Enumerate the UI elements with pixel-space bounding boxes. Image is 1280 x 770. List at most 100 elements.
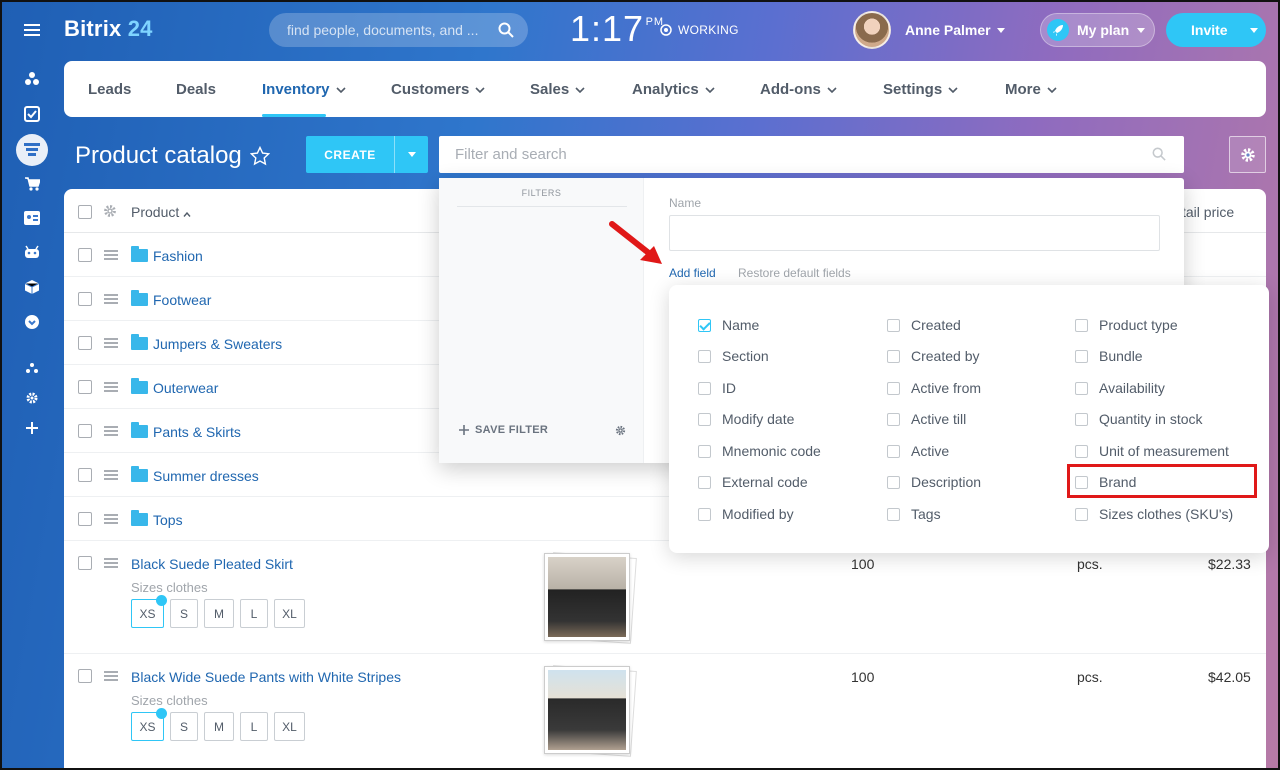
star-icon[interactable] bbox=[249, 146, 270, 166]
more-icon[interactable] bbox=[16, 306, 48, 338]
product-image[interactable] bbox=[544, 552, 637, 644]
field-option-id[interactable]: ID bbox=[698, 380, 736, 396]
row-checkbox[interactable] bbox=[78, 248, 92, 262]
column-header-price[interactable]: tail price bbox=[1182, 204, 1234, 220]
nav-item-more[interactable]: More bbox=[1005, 81, 1057, 98]
field-option-name[interactable]: Name bbox=[698, 317, 759, 333]
robot-icon[interactable] bbox=[16, 236, 48, 268]
gear-icon[interactable] bbox=[103, 204, 117, 218]
global-search-input[interactable] bbox=[287, 22, 487, 38]
field-option-active-till[interactable]: Active till bbox=[887, 411, 966, 427]
folder-link[interactable]: Tops bbox=[153, 512, 183, 528]
folder-link[interactable]: Jumpers & Sweaters bbox=[153, 336, 282, 352]
field-option-quantity-in-stock[interactable]: Quantity in stock bbox=[1075, 411, 1203, 427]
field-option-mnemonic-code[interactable]: Mnemonic code bbox=[698, 443, 821, 459]
checkbox[interactable] bbox=[1075, 349, 1088, 363]
clock[interactable]: 1:17 PM bbox=[570, 8, 663, 50]
filter-search[interactable] bbox=[439, 136, 1184, 173]
field-option-bundle[interactable]: Bundle bbox=[1075, 348, 1143, 364]
field-option-external-code[interactable]: External code bbox=[698, 474, 808, 490]
checkbox[interactable] bbox=[887, 318, 900, 332]
folder-link[interactable]: Summer dresses bbox=[153, 468, 259, 484]
checkbox[interactable] bbox=[698, 349, 711, 363]
folder-link[interactable]: Footwear bbox=[153, 292, 211, 308]
row-checkbox[interactable] bbox=[78, 380, 92, 394]
checkbox[interactable] bbox=[1075, 412, 1088, 426]
field-option-tags[interactable]: Tags bbox=[887, 506, 941, 522]
drag-handle-icon[interactable] bbox=[104, 336, 118, 350]
drag-handle-icon[interactable] bbox=[104, 424, 118, 438]
inventory-icon[interactable] bbox=[16, 134, 48, 166]
field-option-description[interactable]: Description bbox=[887, 474, 981, 490]
checkbox[interactable] bbox=[887, 475, 900, 489]
checkbox[interactable] bbox=[698, 475, 711, 489]
field-option-modified-by[interactable]: Modified by bbox=[698, 506, 794, 522]
size-option-xs[interactable]: XS bbox=[131, 708, 167, 741]
checkbox[interactable] bbox=[1075, 318, 1088, 332]
page-settings-button[interactable] bbox=[1229, 136, 1266, 173]
add-field-link[interactable]: Add field bbox=[669, 266, 716, 280]
folder-link[interactable]: Pants & Skirts bbox=[153, 424, 241, 440]
size-option-xl[interactable]: XL bbox=[274, 599, 305, 628]
nav-item-customers[interactable]: Customers bbox=[391, 81, 485, 98]
user-avatar[interactable] bbox=[853, 11, 891, 49]
contacts-icon[interactable] bbox=[16, 202, 48, 234]
row-checkbox[interactable] bbox=[78, 336, 92, 350]
create-button[interactable]: CREATE bbox=[306, 136, 428, 173]
name-filter-input[interactable] bbox=[669, 215, 1160, 251]
checkbox[interactable] bbox=[887, 349, 900, 363]
size-option-s[interactable]: S bbox=[170, 712, 198, 741]
size-option-m[interactable]: M bbox=[204, 712, 234, 741]
row-checkbox[interactable] bbox=[78, 292, 92, 306]
search-icon[interactable] bbox=[1152, 147, 1166, 161]
menu-icon[interactable] bbox=[16, 14, 48, 46]
global-search[interactable] bbox=[269, 13, 528, 47]
structure-icon[interactable] bbox=[16, 352, 48, 384]
checkbox[interactable] bbox=[887, 507, 900, 521]
field-option-active[interactable]: Active bbox=[887, 443, 949, 459]
size-option-xs[interactable]: XS bbox=[131, 595, 167, 628]
size-option-s[interactable]: S bbox=[170, 599, 198, 628]
add-icon[interactable] bbox=[16, 412, 48, 444]
checkbox[interactable] bbox=[1075, 444, 1088, 458]
search-icon[interactable] bbox=[498, 22, 514, 38]
product-link[interactable]: Black Suede Pleated Skirt bbox=[131, 556, 293, 572]
field-option-unit-of-measurement[interactable]: Unit of measurement bbox=[1075, 443, 1229, 459]
checkbox[interactable] bbox=[698, 381, 711, 395]
row-checkbox[interactable] bbox=[78, 424, 92, 438]
drag-handle-icon[interactable] bbox=[104, 292, 118, 306]
cart-icon[interactable] bbox=[16, 168, 48, 200]
checkbox[interactable] bbox=[887, 412, 900, 426]
settings-icon[interactable] bbox=[16, 382, 48, 414]
invite-button[interactable]: Invite bbox=[1166, 13, 1266, 47]
product-row[interactable]: Black Suede Pleated Skirt Sizes clothes … bbox=[64, 541, 1266, 654]
field-option-modify-date[interactable]: Modify date bbox=[698, 411, 794, 427]
my-plan-button[interactable]: My plan bbox=[1040, 13, 1155, 47]
size-option-l[interactable]: L bbox=[240, 599, 268, 628]
field-option-sizes-clothes-skus[interactable]: Sizes clothes (SKU's) bbox=[1075, 506, 1233, 522]
size-option-xl[interactable]: XL bbox=[274, 712, 305, 741]
box-icon[interactable] bbox=[16, 271, 48, 303]
row-checkbox[interactable] bbox=[78, 669, 92, 683]
chevron-down-icon[interactable] bbox=[1249, 27, 1258, 33]
checkbox[interactable] bbox=[698, 444, 711, 458]
checkbox[interactable] bbox=[698, 507, 711, 521]
drag-handle-icon[interactable] bbox=[104, 512, 118, 526]
checkbox[interactable] bbox=[1075, 507, 1088, 521]
size-option-m[interactable]: M bbox=[204, 599, 234, 628]
gear-icon[interactable] bbox=[615, 425, 626, 436]
checkbox[interactable] bbox=[698, 412, 711, 426]
row-checkbox[interactable] bbox=[78, 556, 92, 570]
save-filter-button[interactable]: SAVE FILTER bbox=[459, 424, 548, 436]
nav-item-sales[interactable]: Sales bbox=[530, 81, 585, 98]
drag-handle-icon[interactable] bbox=[104, 669, 118, 683]
user-menu[interactable]: Anne Palmer bbox=[905, 22, 1005, 38]
sites-icon[interactable] bbox=[16, 63, 48, 95]
filter-search-input[interactable] bbox=[455, 146, 1135, 163]
drag-handle-icon[interactable] bbox=[104, 468, 118, 482]
field-option-active-from[interactable]: Active from bbox=[887, 380, 981, 396]
create-dropdown[interactable] bbox=[394, 136, 428, 173]
tasks-icon[interactable] bbox=[16, 98, 48, 130]
checkbox[interactable] bbox=[887, 444, 900, 458]
product-row[interactable]: Black Wide Suede Pants with White Stripe… bbox=[64, 654, 1266, 770]
